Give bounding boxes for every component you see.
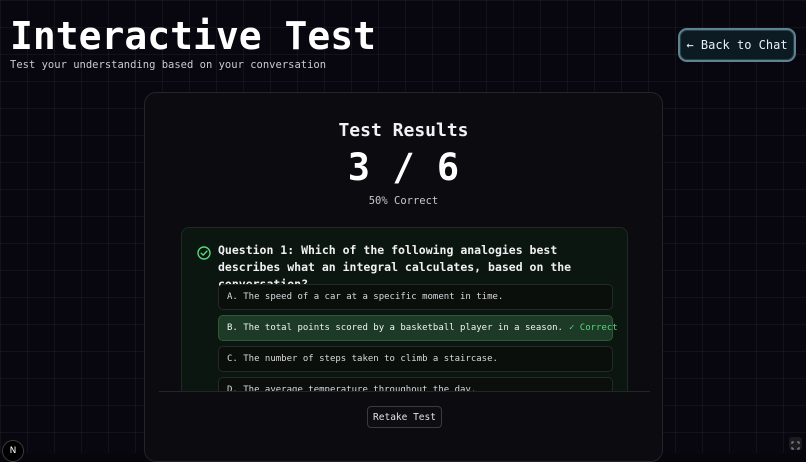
option-label: A. The speed of a car at a specific mome… [227,292,503,302]
footer-divider [159,391,650,392]
page-subtitle: Test your understanding based on your co… [10,59,326,71]
option-b[interactable]: B. The total points scored by a basketba… [218,315,613,341]
option-label: C. The number of steps taken to climb a … [227,354,498,364]
results-card: Test Results 3 / 6 50% Correct Question … [144,92,663,462]
expand-glyph-icon [789,439,802,452]
back-to-chat-button[interactable]: ← Back to Chat [678,28,796,62]
score-display: 3 / 6 [145,145,662,191]
retake-test-button[interactable]: Retake Test [367,406,442,428]
correct-tag: ✓ Correct [569,323,618,333]
question-card: Question 1: Which of the following analo… [181,227,628,407]
page-title: Interactive Test [10,12,376,60]
expand-icon[interactable] [789,437,802,450]
option-c[interactable]: C. The number of steps taken to climb a … [218,346,613,372]
percent-correct: 50% Correct [145,195,662,207]
results-title: Test Results [145,120,662,141]
option-label: B. The total points scored by a basketba… [227,323,563,333]
option-a[interactable]: A. The speed of a car at a specific mome… [218,284,613,310]
check-circle-icon [197,246,211,260]
dev-badge-icon[interactable]: N [2,440,24,462]
